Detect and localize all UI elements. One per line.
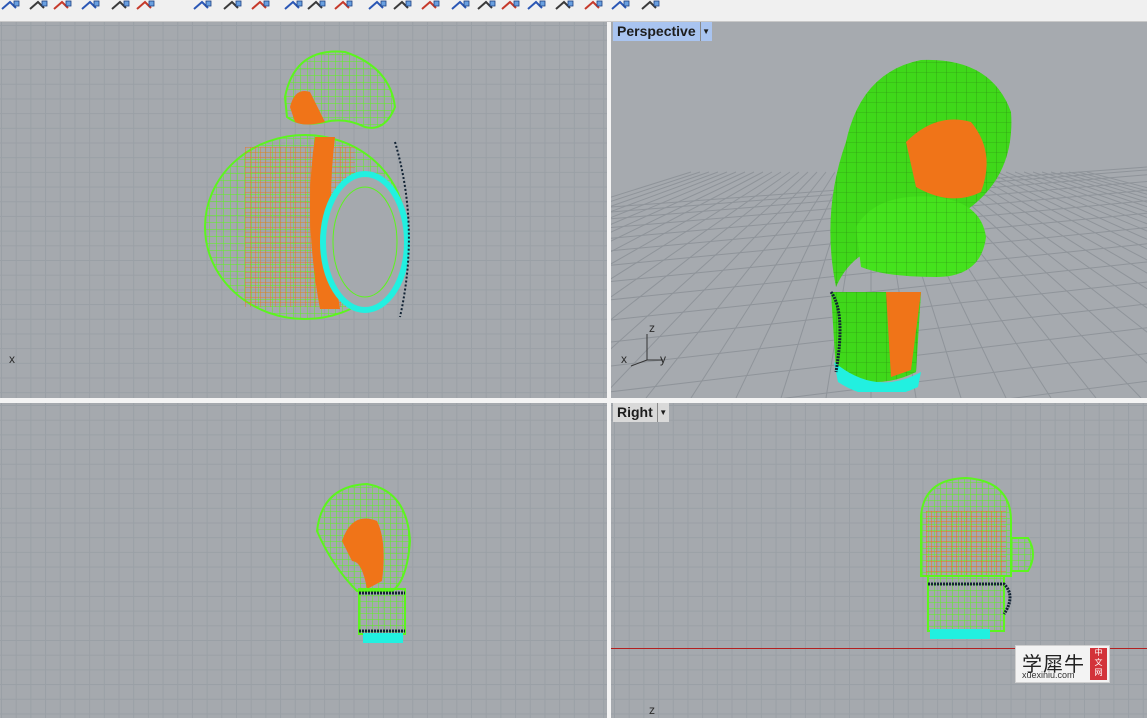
- snap-icon[interactable]: [333, 0, 355, 11]
- grid-panel-icon[interactable]: [610, 0, 632, 11]
- solid-box-icon[interactable]: [28, 0, 50, 11]
- dimension-icon[interactable]: [250, 0, 272, 11]
- viewport-horizontal-divider[interactable]: [0, 398, 1147, 403]
- watermark-logo: 学犀牛 xuexiniu.com 中文网: [1015, 645, 1110, 683]
- network-icon[interactable]: [476, 0, 498, 11]
- viewport-vertical-divider[interactable]: [607, 22, 611, 718]
- toolbar: [0, 0, 1147, 22]
- boolean-icon[interactable]: [367, 0, 389, 11]
- group-icon[interactable]: [80, 0, 102, 11]
- surface-icon[interactable]: [110, 0, 132, 11]
- front-viewport[interactable]: [0, 403, 607, 718]
- array-icon[interactable]: [52, 0, 74, 11]
- transform-icon[interactable]: [222, 0, 244, 11]
- point-icon[interactable]: [135, 0, 157, 11]
- right-axis-z-label: z: [649, 703, 655, 717]
- right-dropdown-icon[interactable]: ▼: [656, 403, 669, 422]
- watermark-seal: 中文网: [1090, 648, 1107, 680]
- glove-top-view: [204, 50, 410, 320]
- perspective-viewport[interactable]: Perspective ▼ z x y: [611, 22, 1147, 398]
- perspective-axis-z-label: z: [649, 321, 655, 335]
- tab-perspective[interactable]: Perspective ▼: [613, 22, 712, 41]
- watermark-url: xuexiniu.com: [1022, 670, 1075, 680]
- render-icon[interactable]: [306, 0, 328, 11]
- fillet-icon[interactable]: [392, 0, 414, 11]
- glove-right-view: [920, 476, 1034, 639]
- export-icon[interactable]: [640, 0, 662, 11]
- glove-front-view: [315, 482, 412, 643]
- mesh-icon[interactable]: [283, 0, 305, 11]
- blend-icon[interactable]: [450, 0, 472, 11]
- analyze-icon[interactable]: [192, 0, 214, 11]
- perspective-axis-x-label: x: [621, 352, 627, 366]
- sweep-icon[interactable]: [500, 0, 522, 11]
- perspective-axis-y-label: y: [660, 352, 666, 366]
- loft-icon[interactable]: [526, 0, 548, 11]
- panel-icon[interactable]: [583, 0, 605, 11]
- shell-icon[interactable]: [420, 0, 442, 11]
- top-viewport[interactable]: x: [0, 22, 607, 398]
- glove-perspective-view: [829, 59, 1012, 392]
- perspective-dropdown-icon[interactable]: ▼: [699, 22, 712, 41]
- tab-right[interactable]: Right ▼: [613, 403, 669, 422]
- top-axis-x-label: x: [9, 352, 15, 366]
- revolve-icon[interactable]: [554, 0, 576, 11]
- curve-tool-icon[interactable]: [0, 0, 22, 11]
